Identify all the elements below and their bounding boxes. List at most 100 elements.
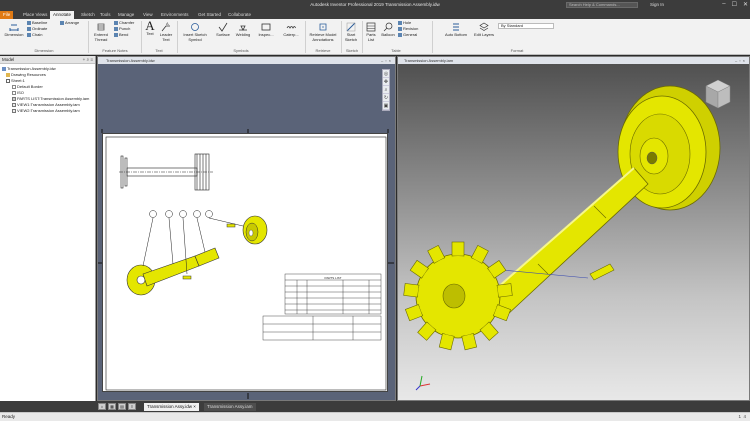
punch-button[interactable]: Punch bbox=[114, 26, 130, 31]
balloon-icon bbox=[383, 22, 393, 32]
group-symbols-label: Symbols bbox=[233, 48, 249, 53]
tab-place-views[interactable]: Place Views bbox=[20, 11, 50, 19]
group-feature-notes-label: Feature Notes bbox=[102, 48, 128, 53]
doc-tab-drawing[interactable]: Transmission Assy.idw × bbox=[144, 403, 199, 411]
baseline-icon bbox=[27, 20, 31, 25]
parts-list-button[interactable]: Parts List bbox=[364, 22, 378, 42]
model-window-title: Transmission Assembly.iam bbox=[404, 58, 454, 63]
layers-icon bbox=[479, 22, 489, 31]
leader-text-icon: A bbox=[161, 22, 170, 32]
ordinate-button[interactable]: Ordinate bbox=[27, 26, 47, 31]
tab-tools[interactable]: Tools bbox=[97, 11, 114, 19]
drawing-file-icon bbox=[2, 66, 6, 71]
gear bbox=[403, 241, 513, 351]
document-tabs: ⌂ ▦ ▤ ≡ Transmission Assy.idw × Transmis… bbox=[0, 401, 750, 412]
ordinate-icon bbox=[27, 26, 31, 31]
chain-icon bbox=[27, 32, 31, 37]
hole-table-button[interactable]: Hole bbox=[398, 20, 411, 25]
inspection-icon bbox=[261, 23, 271, 31]
revision-table-icon bbox=[398, 26, 402, 31]
search-input[interactable]: Search Help & Commands... bbox=[566, 2, 638, 8]
parts-list-table bbox=[284, 273, 382, 315]
leader-text-button[interactable]: A Leader Text bbox=[158, 22, 174, 42]
tab-collaborate[interactable]: Collaborate bbox=[225, 11, 254, 19]
general-table-button[interactable]: General bbox=[398, 32, 417, 37]
add-icon[interactable]: + bbox=[83, 57, 86, 62]
arrange-button[interactable]: Arrange bbox=[60, 20, 79, 25]
minimize-button[interactable]: – bbox=[722, 1, 725, 8]
title-bar: Autodesk Inventor Professional 2019 Tran… bbox=[0, 0, 750, 10]
tab-annotate[interactable]: Annotate bbox=[50, 11, 75, 19]
drawing-sheet[interactable]: PARTS LIST bbox=[102, 133, 388, 392]
tab-sketch[interactable]: Sketch bbox=[78, 11, 98, 19]
parts-list-icon bbox=[366, 22, 376, 32]
title-block bbox=[262, 315, 382, 341]
maximize-button[interactable]: ☐ bbox=[732, 1, 737, 8]
status-text: Ready bbox=[2, 414, 16, 419]
search-icon[interactable]: ⌕ bbox=[87, 57, 90, 62]
punch-icon bbox=[114, 26, 118, 31]
caterpillar-button[interactable]: Caterp... bbox=[280, 22, 302, 38]
surface-button[interactable]: Surface bbox=[215, 22, 231, 38]
retrieve-model-annotations-button[interactable]: Retrieve Model Annotations bbox=[307, 22, 339, 42]
model-browser: Model + ⌕ ≡ Transmission Assembly.idw Dr… bbox=[0, 56, 96, 401]
list-icon[interactable]: ≡ bbox=[128, 403, 136, 410]
close-icon[interactable]: × bbox=[743, 58, 747, 63]
inspection-button[interactable]: Inspec... bbox=[256, 22, 276, 38]
text-button[interactable]: A Text bbox=[143, 19, 157, 37]
parts-list-title: PARTS LIST bbox=[325, 276, 342, 280]
baseline-button[interactable]: Baseline bbox=[27, 20, 47, 25]
tab-file[interactable]: File bbox=[0, 11, 14, 19]
sheet-icon bbox=[6, 78, 10, 83]
tile-icon[interactable]: ▦ bbox=[108, 403, 116, 410]
bend-icon bbox=[114, 32, 118, 37]
arrange-icon bbox=[60, 20, 64, 25]
auto-bottom-button[interactable]: Auto Bottom bbox=[442, 22, 470, 38]
menu-icon[interactable]: ≡ bbox=[90, 57, 93, 62]
browser-header: Model + ⌕ ≡ bbox=[0, 56, 95, 64]
model-window[interactable]: Transmission Assembly.iam –▫× bbox=[397, 56, 750, 401]
general-table-icon bbox=[398, 32, 402, 37]
group-text-label: Text bbox=[155, 48, 163, 53]
chamfer-button[interactable]: Chamfer bbox=[114, 20, 134, 25]
dimension-button[interactable]: Dimension bbox=[2, 22, 26, 38]
doc-tab-assembly[interactable]: Transmission Assy.iam bbox=[204, 403, 256, 411]
status-counts: 1 4 bbox=[738, 414, 746, 419]
tab-navigation: ⌂ ▦ ▤ ≡ bbox=[98, 403, 136, 410]
hole-table-icon bbox=[398, 20, 402, 25]
tab-manage[interactable]: Manage bbox=[115, 11, 137, 19]
welding-icon bbox=[239, 25, 247, 31]
close-button[interactable]: ✕ bbox=[743, 1, 748, 8]
title-block-icon bbox=[12, 90, 16, 95]
entered-thread-button[interactable]: Entered Thread bbox=[90, 22, 112, 42]
chamfer-icon bbox=[114, 20, 118, 25]
orthographic-view bbox=[119, 153, 213, 191]
tab-get-started[interactable]: Get Started bbox=[195, 11, 224, 19]
assembly-3d-view bbox=[403, 79, 731, 391]
window-controls: – ☐ ✕ bbox=[722, 1, 748, 8]
edit-layers-button[interactable]: Edit Layers bbox=[474, 22, 494, 38]
sketch-symbol-icon bbox=[191, 23, 199, 31]
balloon-button[interactable]: Balloon bbox=[381, 22, 395, 38]
tab-environments[interactable]: Environments bbox=[158, 11, 192, 19]
home-icon[interactable]: ⌂ bbox=[98, 403, 106, 410]
insert-sketch-symbol-button[interactable]: Insert Sketch Symbol bbox=[179, 22, 211, 42]
coordinate-triad bbox=[415, 375, 431, 391]
cascade-icon[interactable]: ▤ bbox=[118, 403, 126, 410]
start-sketch-button[interactable]: Start Sketch bbox=[343, 22, 359, 42]
group-retrieve-label: Retrieve bbox=[315, 48, 331, 53]
bend-button[interactable]: Bend bbox=[114, 32, 128, 37]
drawing-views: PARTS LIST bbox=[105, 136, 387, 391]
group-table-label: Table bbox=[391, 48, 401, 53]
group-dimension-label: Dimension bbox=[34, 48, 54, 53]
sign-in-link[interactable]: Sign In bbox=[650, 2, 664, 7]
revision-table-button[interactable]: Revision bbox=[398, 26, 418, 31]
chain-button[interactable]: Chain bbox=[27, 32, 42, 37]
welding-button[interactable]: Welding bbox=[234, 22, 252, 38]
group-format-label: Format bbox=[510, 48, 524, 53]
ribbon-separator bbox=[341, 21, 342, 53]
ribbon-separator bbox=[305, 21, 306, 53]
style-dropdown[interactable]: By Standard bbox=[498, 23, 554, 29]
view-icon bbox=[12, 108, 16, 113]
tree-item-view2[interactable]: VIEW2:Transmission Assembly.iam bbox=[0, 108, 95, 114]
